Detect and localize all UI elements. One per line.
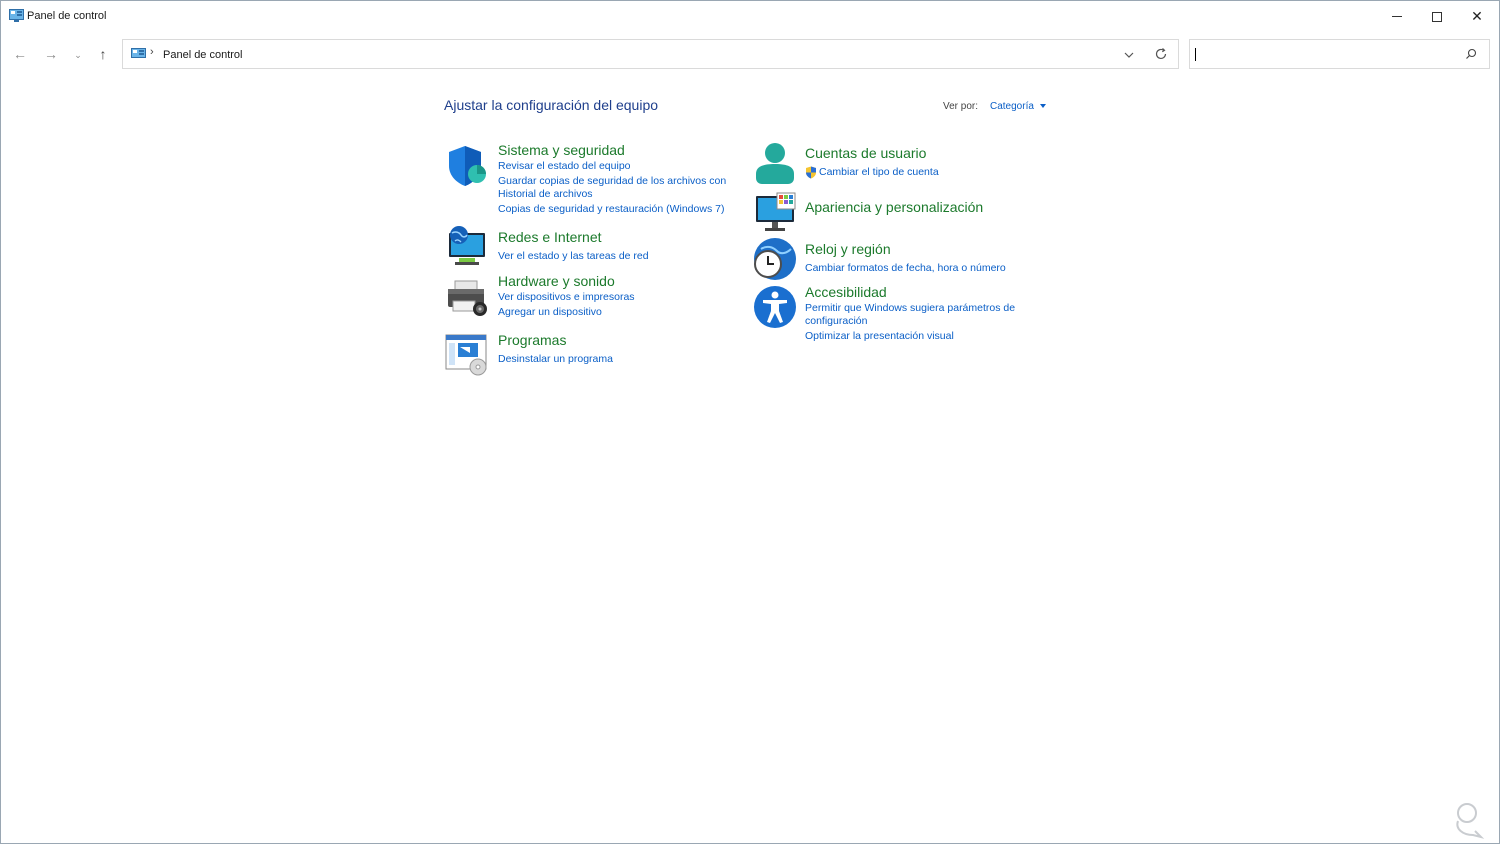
watermark-logo xyxy=(1456,803,1485,839)
breadcrumb-separator[interactable]: › xyxy=(150,46,154,58)
control-panel-icon xyxy=(131,48,146,58)
view-by-label: Ver por: xyxy=(943,101,979,112)
link-historial-archivos[interactable]: Historial de archivos xyxy=(498,188,593,201)
navigation-bar: ← → ⌄ ↑ › Panel de control xyxy=(1,38,1499,70)
network-icon[interactable] xyxy=(445,225,489,269)
clock-globe-icon[interactable] xyxy=(753,237,797,281)
forward-button[interactable]: → xyxy=(41,44,61,64)
user-icon[interactable] xyxy=(753,142,797,186)
chevron-down-icon: ⌄ xyxy=(74,49,82,60)
link-optimizar-presentacion[interactable]: Optimizar la presentación visual xyxy=(805,330,954,343)
shield-icon[interactable] xyxy=(445,144,489,188)
link-desinstalar-programa[interactable]: Desinstalar un programa xyxy=(498,353,613,366)
maximize-button[interactable] xyxy=(1417,1,1457,32)
address-bar[interactable]: › Panel de control xyxy=(122,39,1179,69)
arrow-left-icon: ← xyxy=(13,46,27,62)
text-caret xyxy=(1195,48,1196,61)
category-cuentas-de-usuario[interactable]: Cuentas de usuario xyxy=(805,145,926,161)
printer-icon[interactable] xyxy=(445,277,489,321)
minimize-button[interactable] xyxy=(1377,1,1417,32)
link-configuracion[interactable]: configuración xyxy=(805,315,867,328)
close-icon: ✕ xyxy=(1471,8,1483,24)
link-agregar-dispositivo[interactable]: Agregar un dispositivo xyxy=(498,306,602,319)
link-guardar-copias[interactable]: Guardar copias de seguridad de los archi… xyxy=(498,175,726,188)
chevron-down-icon[interactable] xyxy=(1122,48,1136,62)
window-title: Panel de control xyxy=(27,10,107,22)
link-estado-red[interactable]: Ver el estado y las tareas de red xyxy=(498,250,649,263)
appearance-icon[interactable] xyxy=(753,191,797,235)
programs-icon[interactable] xyxy=(445,333,489,377)
recent-locations-button[interactable]: ⌄ xyxy=(68,45,88,65)
arrow-right-icon: → xyxy=(44,46,58,62)
link-revisar-estado[interactable]: Revisar el estado del equipo xyxy=(498,160,631,173)
link-copias-restauracion[interactable]: Copias de seguridad y restauración (Wind… xyxy=(498,203,724,216)
page-title: Ajustar la configuración del equipo xyxy=(444,97,659,113)
minimize-icon xyxy=(1392,16,1402,17)
control-panel-window: Panel de control ✕ ← → ⌄ ↑ › Panel de co… xyxy=(0,0,1500,844)
accessibility-icon[interactable] xyxy=(753,285,797,329)
refresh-icon[interactable] xyxy=(1154,47,1168,61)
back-button[interactable]: ← xyxy=(10,44,30,64)
category-programas[interactable]: Programas xyxy=(498,332,566,348)
title-bar: Panel de control ✕ xyxy=(1,1,1499,32)
link-cambiar-formatos[interactable]: Cambiar formatos de fecha, hora o número xyxy=(805,262,1006,275)
control-panel-icon xyxy=(9,9,24,22)
search-icon[interactable] xyxy=(1465,48,1477,60)
category-apariencia-y-personalizacion[interactable]: Apariencia y personalización xyxy=(805,199,983,215)
close-button[interactable]: ✕ xyxy=(1457,1,1497,32)
link-ver-dispositivos[interactable]: Ver dispositivos e impresoras xyxy=(498,291,635,304)
category-accesibilidad[interactable]: Accesibilidad xyxy=(805,284,887,300)
search-box[interactable] xyxy=(1189,39,1490,69)
view-by-dropdown[interactable]: Categoría xyxy=(990,101,1034,112)
arrow-up-icon: ↑ xyxy=(99,46,107,62)
link-permitir-windows-sugiera[interactable]: Permitir que Windows sugiera parámetros … xyxy=(805,302,1015,315)
search-input[interactable] xyxy=(1194,43,1454,65)
maximize-icon xyxy=(1432,11,1442,22)
category-hardware-y-sonido[interactable]: Hardware y sonido xyxy=(498,273,615,289)
caret-down-icon[interactable] xyxy=(1040,104,1046,108)
breadcrumb-item[interactable]: Panel de control xyxy=(163,49,243,61)
category-reloj-y-region[interactable]: Reloj y región xyxy=(805,241,891,257)
category-redes-e-internet[interactable]: Redes e Internet xyxy=(498,229,602,245)
category-sistema-y-seguridad[interactable]: Sistema y seguridad xyxy=(498,142,625,158)
up-button[interactable]: ↑ xyxy=(93,44,113,64)
uac-shield-icon xyxy=(806,166,816,179)
link-cambiar-tipo-cuenta[interactable]: Cambiar el tipo de cuenta xyxy=(819,166,939,179)
